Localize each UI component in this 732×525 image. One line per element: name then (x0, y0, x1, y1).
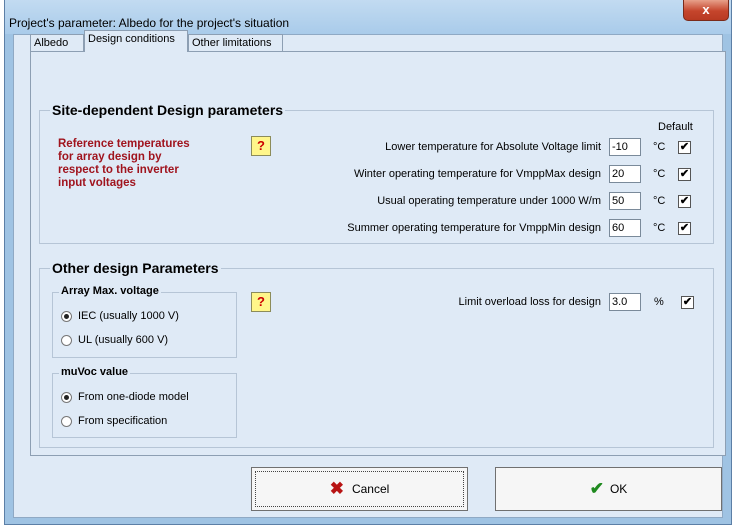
lower-temp-input[interactable]: -10 (609, 138, 641, 156)
reference-temperatures-text: Reference temperatures for array design … (58, 138, 190, 189)
overload-unit: % (654, 296, 664, 308)
check-icon: ✔ (679, 141, 690, 153)
ok-button[interactable]: ✔ OK (495, 467, 722, 511)
overload-label: Limit overload loss for design (458, 296, 601, 308)
muvoc-group: muVoc value (52, 366, 237, 438)
winter-temp-label: Winter operating temperature for VmppMax… (353, 168, 601, 180)
overload-checkbox[interactable]: ✔ (681, 296, 694, 309)
ok-label: OK (609, 482, 628, 496)
site-help-button[interactable]: ? (251, 136, 271, 156)
specification-radio[interactable] (61, 415, 72, 427)
summer-temp-default-checkbox[interactable]: ✔ (678, 222, 691, 235)
lower-temp-default-checkbox[interactable]: ✔ (678, 141, 691, 154)
muvoc-title: muVoc value (59, 366, 131, 378)
check-icon: ✔ (679, 168, 690, 180)
window-title: Project's parameter: Albedo for the proj… (9, 16, 290, 30)
other-params-title: Other design Parameters (50, 260, 221, 276)
cancel-x-icon: ✖ (329, 479, 344, 498)
check-icon: ✔ (589, 479, 604, 498)
summer-temp-unit: °C (653, 222, 666, 234)
check-icon: ✔ (679, 195, 690, 207)
winter-temp-input[interactable]: 20 (609, 165, 641, 183)
lower-temp-label: Lower temperature for Absolute Voltage l… (385, 141, 601, 153)
iec-radio-option[interactable]: IEC (usually 1000 V) (61, 310, 179, 322)
tab-design-conditions[interactable]: Design conditions (84, 30, 188, 52)
usual-temp-input[interactable]: 50 (609, 192, 641, 210)
array-voltage-group: Array Max. voltage (52, 285, 237, 358)
array-voltage-title: Array Max. voltage (59, 285, 161, 297)
iec-radio[interactable] (61, 310, 72, 322)
usual-temp-unit: °C (653, 195, 666, 207)
usual-temp-default-checkbox[interactable]: ✔ (678, 195, 691, 208)
tab-panel: Site-dependent Design parameters Referen… (30, 51, 726, 456)
dialog-window: Project's parameter: Albedo for the proj… (4, 0, 732, 525)
usual-temp-label: Usual operating temperature under 1000 W… (377, 195, 601, 207)
check-icon: ✔ (682, 296, 693, 308)
overload-input[interactable]: 3.0 (609, 293, 641, 311)
lower-temp-unit: °C (653, 141, 666, 153)
default-header: Default (658, 121, 693, 133)
other-help-button[interactable]: ? (251, 292, 271, 312)
cancel-button[interactable]: ✖ Cancel (251, 467, 468, 511)
cancel-label: Cancel (351, 482, 390, 496)
summer-temp-label: Summer operating temperature for VmppMin… (347, 222, 601, 234)
one-diode-radio[interactable] (61, 391, 72, 403)
tab-albedo[interactable]: Albedo (30, 34, 84, 51)
close-button[interactable]: x (683, 0, 729, 21)
winter-temp-unit: °C (653, 168, 666, 180)
one-diode-radio-option[interactable]: From one-diode model (61, 391, 189, 403)
title-bar[interactable]: Project's parameter: Albedo for the proj… (5, 0, 731, 34)
ul-radio-option[interactable]: UL (usually 600 V) (61, 334, 168, 346)
specification-radio-option[interactable]: From specification (61, 415, 167, 427)
site-params-title: Site-dependent Design parameters (50, 102, 286, 118)
ul-radio[interactable] (61, 334, 72, 346)
tab-other-limitations[interactable]: Other limitations (188, 34, 283, 51)
summer-temp-input[interactable]: 60 (609, 219, 641, 237)
check-icon: ✔ (679, 222, 690, 234)
winter-temp-default-checkbox[interactable]: ✔ (678, 168, 691, 181)
